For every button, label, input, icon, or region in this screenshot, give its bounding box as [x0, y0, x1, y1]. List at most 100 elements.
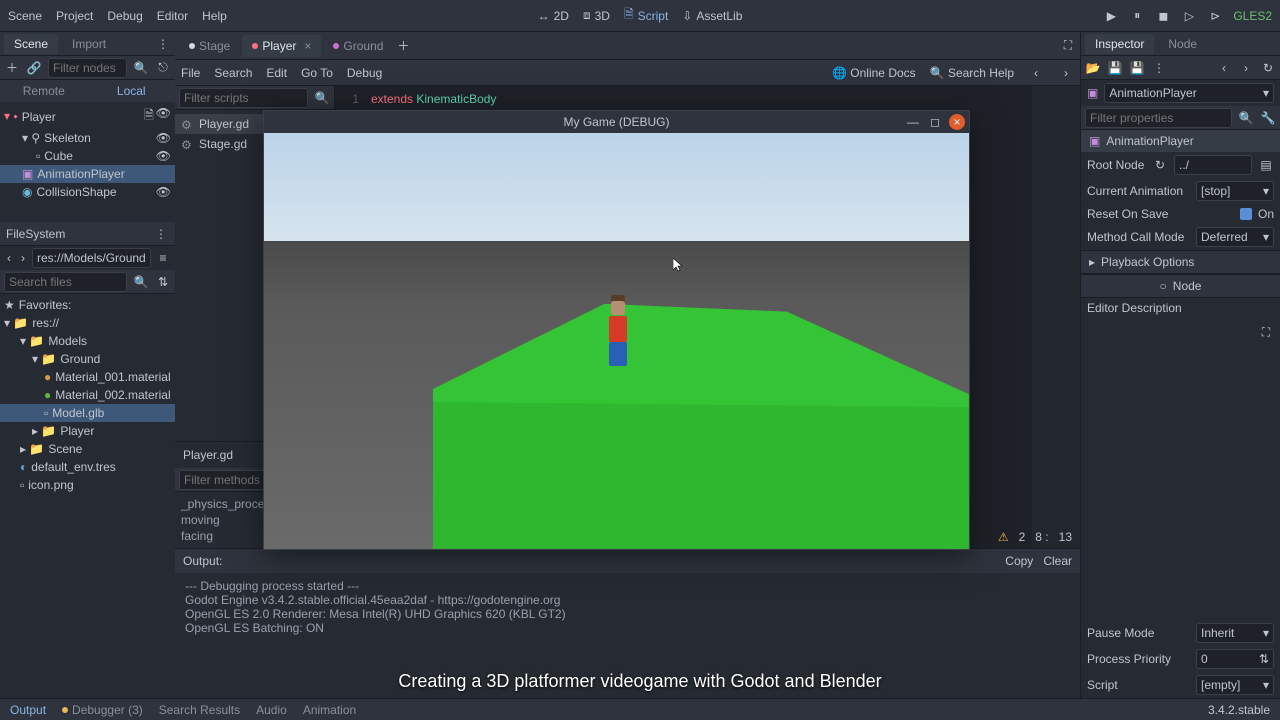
scene-more-icon[interactable]: ⎋ [155, 60, 171, 76]
inspector-save-as-icon[interactable]: 💾 [1129, 60, 1145, 76]
visibility-icon[interactable]: 👁 [156, 185, 171, 199]
inspector-open-icon[interactable]: 📂 [1085, 60, 1101, 76]
scene-node-animationplayer[interactable]: ▣AnimationPlayer [0, 165, 175, 183]
online-docs-link[interactable]: 🌐 Online Docs [832, 66, 916, 80]
method-mode-select[interactable]: Deferred▾ [1196, 227, 1274, 247]
script-nav-back-icon[interactable]: ‹ [1028, 65, 1044, 81]
fs-ground[interactable]: ▾ 📁Ground [0, 350, 175, 368]
inspector-fwd-icon[interactable]: › [1238, 60, 1254, 76]
game-window-titlebar[interactable]: My Game (DEBUG) — ◻ × [264, 111, 969, 133]
maximize-icon[interactable]: ◻ [927, 114, 943, 130]
root-node-value[interactable]: ../ [1174, 155, 1252, 175]
process-priority-input[interactable]: 0⇅ [1196, 649, 1274, 669]
stop-icon[interactable]: ◼ [1155, 8, 1171, 24]
toggle-remote[interactable]: Remote [0, 80, 88, 102]
minimap[interactable] [1032, 86, 1080, 548]
add-scene-tab-icon[interactable]: ＋ [395, 38, 411, 54]
script-menu-file[interactable]: File [181, 66, 200, 80]
expand-icon[interactable]: ⛶ [1258, 324, 1274, 340]
script-indicator-icon[interactable]: 🗎 [144, 106, 154, 127]
script-menu-debug[interactable]: Debug [347, 66, 382, 80]
visibility-icon[interactable]: 👁 [156, 149, 171, 163]
close-icon[interactable]: × [949, 114, 965, 130]
fs-search-input[interactable] [4, 272, 127, 292]
node-tab[interactable]: Node [1158, 34, 1207, 54]
mode-script[interactable]: 🗎 Script [624, 5, 668, 26]
fs-scene-folder[interactable]: ▸ 📁Scene [0, 440, 175, 458]
menu-editor[interactable]: Editor [157, 9, 188, 23]
search-icon[interactable]: 🔍 [133, 274, 149, 290]
node-section[interactable]: ○Node [1081, 274, 1280, 298]
btab-output[interactable]: Output [10, 703, 46, 717]
scene-node-cube[interactable]: ▫Cube 👁 [0, 147, 175, 165]
script-nav-fwd-icon[interactable]: › [1058, 65, 1074, 81]
assign-icon[interactable]: ▤ [1258, 157, 1274, 173]
scene-tab-stage[interactable]: Stage [179, 35, 240, 57]
play-project-icon[interactable]: ▶ [1103, 8, 1119, 24]
fs-icon-png[interactable]: ▫icon.png [0, 476, 175, 494]
fs-sort-icon[interactable]: ⇅ [155, 274, 171, 290]
menu-project[interactable]: Project [56, 9, 93, 23]
scene-node-player[interactable]: ▾ ⬩Player 🗎👁 [0, 104, 175, 129]
filter-scripts-input[interactable] [179, 88, 308, 108]
scene-tab-player[interactable]: Player× [242, 35, 321, 57]
inspector-object-select[interactable]: AnimationPlayer▾ [1104, 83, 1274, 103]
filter-nodes-input[interactable] [48, 58, 127, 78]
play-scene-icon[interactable]: ▷ [1181, 8, 1197, 24]
filesystem-menu-icon[interactable]: ⋮ [153, 226, 169, 242]
playback-options-section[interactable]: ▸Playback Options [1081, 250, 1280, 274]
scene-node-skeleton[interactable]: ▾ ⚲Skeleton 👁 [0, 129, 175, 147]
close-icon[interactable]: × [304, 39, 311, 53]
renderer-label[interactable]: GLES2 [1233, 9, 1272, 23]
menu-scene[interactable]: Scene [8, 9, 42, 23]
fs-back-icon[interactable]: ‹ [4, 251, 14, 265]
import-tab[interactable]: Import [62, 34, 116, 54]
panel-menu-icon[interactable]: ⋮ [155, 36, 171, 52]
fs-default-env[interactable]: ◐default_env.tres [0, 458, 175, 476]
inspector-history-icon[interactable]: ↻ [1260, 60, 1276, 76]
inspector-tools-icon[interactable]: 🔧 [1260, 110, 1276, 126]
fs-res[interactable]: ▾ 📁res:// [0, 314, 175, 332]
game-debug-window[interactable]: My Game (DEBUG) — ◻ × [263, 110, 970, 550]
btab-animation[interactable]: Animation [303, 703, 356, 717]
warning-icon[interactable]: ⚠ [998, 530, 1009, 544]
script-select[interactable]: [empty]▾ [1196, 675, 1274, 695]
current-anim-select[interactable]: [stop]▾ [1196, 181, 1274, 201]
fs-modelglb[interactable]: ▫Model.glb [0, 404, 175, 422]
btab-debugger[interactable]: Debugger (3) [62, 703, 143, 717]
distraction-free-icon[interactable]: ⛶ [1060, 38, 1076, 54]
play-custom-icon[interactable]: ⊳ [1207, 8, 1223, 24]
scene-node-collisionshape[interactable]: ◉CollisionShape 👁 [0, 183, 175, 201]
script-menu-goto[interactable]: Go To [301, 66, 333, 80]
fs-mat2[interactable]: ●Material_002.material [0, 386, 175, 404]
script-menu-search[interactable]: Search [214, 66, 252, 80]
reset-icon[interactable]: ↻ [1152, 157, 1168, 173]
inspector-filter-input[interactable] [1085, 108, 1232, 128]
script-menu-edit[interactable]: Edit [266, 66, 287, 80]
inspector-back-icon[interactable]: ‹ [1216, 60, 1232, 76]
add-node-icon[interactable]: ＋ [4, 60, 20, 76]
link-icon[interactable]: 🔗 [26, 60, 42, 76]
output-copy-button[interactable]: Copy [1005, 554, 1033, 568]
search-icon[interactable]: 🔍 [1238, 110, 1254, 126]
menu-debug[interactable]: Debug [107, 9, 142, 23]
menu-help[interactable]: Help [202, 9, 227, 23]
scene-tab[interactable]: Scene [4, 34, 58, 54]
minimize-icon[interactable]: — [905, 114, 921, 130]
fs-mat1[interactable]: ●Material_001.material [0, 368, 175, 386]
search-icon[interactable]: 🔍 [133, 60, 149, 76]
btab-audio[interactable]: Audio [256, 703, 287, 717]
fs-view-icon[interactable]: ≡ [155, 250, 171, 266]
pause-icon[interactable]: ⏸ [1129, 8, 1145, 24]
visibility-icon[interactable]: 👁 [156, 106, 171, 127]
toggle-local[interactable]: Local [88, 80, 176, 102]
reset-on-save-checkbox[interactable] [1240, 208, 1252, 220]
mode-assetlib[interactable]: ⇩ AssetLib [682, 9, 742, 23]
mode-2d[interactable]: ↔ 2D [538, 9, 569, 23]
output-clear-button[interactable]: Clear [1043, 554, 1072, 568]
inspector-more-icon[interactable]: ⋮ [1151, 60, 1167, 76]
fs-fwd-icon[interactable]: › [18, 251, 28, 265]
scene-tab-ground[interactable]: Ground [323, 35, 393, 57]
inspector-breadcrumb[interactable]: ▣AnimationPlayer [1081, 130, 1280, 152]
mode-3d[interactable]: ⧈ 3D [583, 8, 610, 23]
